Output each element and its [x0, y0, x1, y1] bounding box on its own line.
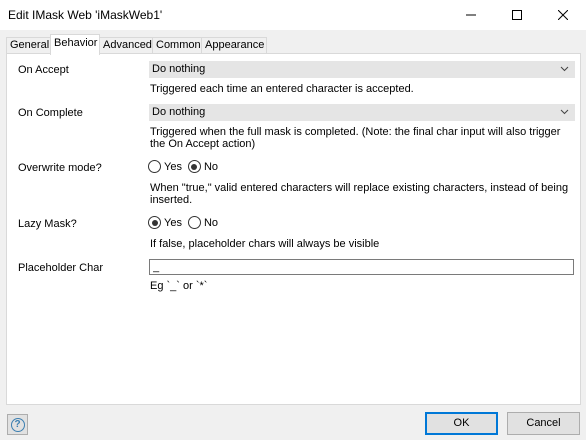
radio-checked-icon [187, 160, 201, 173]
overwrite-mode-label: Overwrite mode? [18, 162, 102, 174]
lazy-no-label: No [203, 216, 219, 229]
radio-checked-icon [148, 216, 161, 229]
chevron-down-icon [560, 109, 569, 115]
tab-common[interactable]: Common [152, 37, 202, 54]
on-accept-description: Triggered each time an entered character… [150, 83, 414, 95]
behavior-panel: On Accept Do nothing Triggered each time… [6, 53, 581, 405]
tab-behavior[interactable]: Behavior [50, 34, 100, 55]
title-bar: Edit IMask Web 'iMaskWeb1' [0, 0, 586, 30]
ok-button[interactable]: OK [425, 412, 498, 435]
placeholder-char-label: Placeholder Char [18, 262, 103, 274]
lazy-no-radio[interactable]: No [187, 216, 219, 229]
on-accept-label: On Accept [18, 64, 69, 76]
overwrite-yes-radio[interactable]: Yes [148, 160, 182, 173]
radio-unchecked-icon [187, 216, 201, 229]
maximize-button[interactable] [494, 0, 540, 30]
on-complete-select[interactable]: Do nothing [149, 104, 575, 121]
placeholder-char-input[interactable] [149, 259, 574, 275]
chevron-down-icon [560, 66, 569, 72]
radio-unchecked-icon [148, 160, 161, 173]
tab-general[interactable]: General [6, 37, 51, 54]
maximize-icon [512, 10, 522, 20]
overwrite-yes-label: Yes [164, 160, 182, 173]
lazy-mask-radio-group: Yes No [148, 216, 224, 229]
on-accept-value: Do nothing [152, 63, 206, 75]
close-button[interactable] [540, 0, 586, 30]
on-complete-label: On Complete [18, 107, 83, 119]
lazy-yes-label: Yes [164, 216, 182, 229]
lazy-mask-description: If false, placeholder chars will always … [150, 238, 380, 250]
window-title: Edit IMask Web 'iMaskWeb1' [8, 8, 163, 22]
on-accept-select[interactable]: Do nothing [149, 61, 575, 78]
close-icon [558, 10, 568, 20]
tab-appearance[interactable]: Appearance [201, 37, 267, 54]
overwrite-mode-description: When "true," valid entered characters wi… [150, 182, 569, 206]
tab-advanced[interactable]: Advanced [99, 37, 153, 54]
help-icon: ? [10, 417, 25, 432]
help-button[interactable]: ? [7, 414, 28, 435]
placeholder-char-description: Eg `_` or `*` [150, 280, 208, 292]
minimize-button[interactable] [448, 0, 494, 30]
on-complete-description: Triggered when the full mask is complete… [150, 126, 561, 150]
on-complete-value: Do nothing [152, 106, 206, 118]
overwrite-no-radio[interactable]: No [187, 160, 219, 173]
overwrite-mode-radio-group: Yes No [148, 160, 224, 173]
tab-strip: General Behavior Advanced Common Appeara… [0, 34, 586, 55]
lazy-yes-radio[interactable]: Yes [148, 216, 182, 229]
cancel-button[interactable]: Cancel [507, 412, 580, 435]
overwrite-no-label: No [203, 160, 219, 173]
minimize-icon [466, 14, 476, 16]
lazy-mask-label: Lazy Mask? [18, 218, 77, 230]
